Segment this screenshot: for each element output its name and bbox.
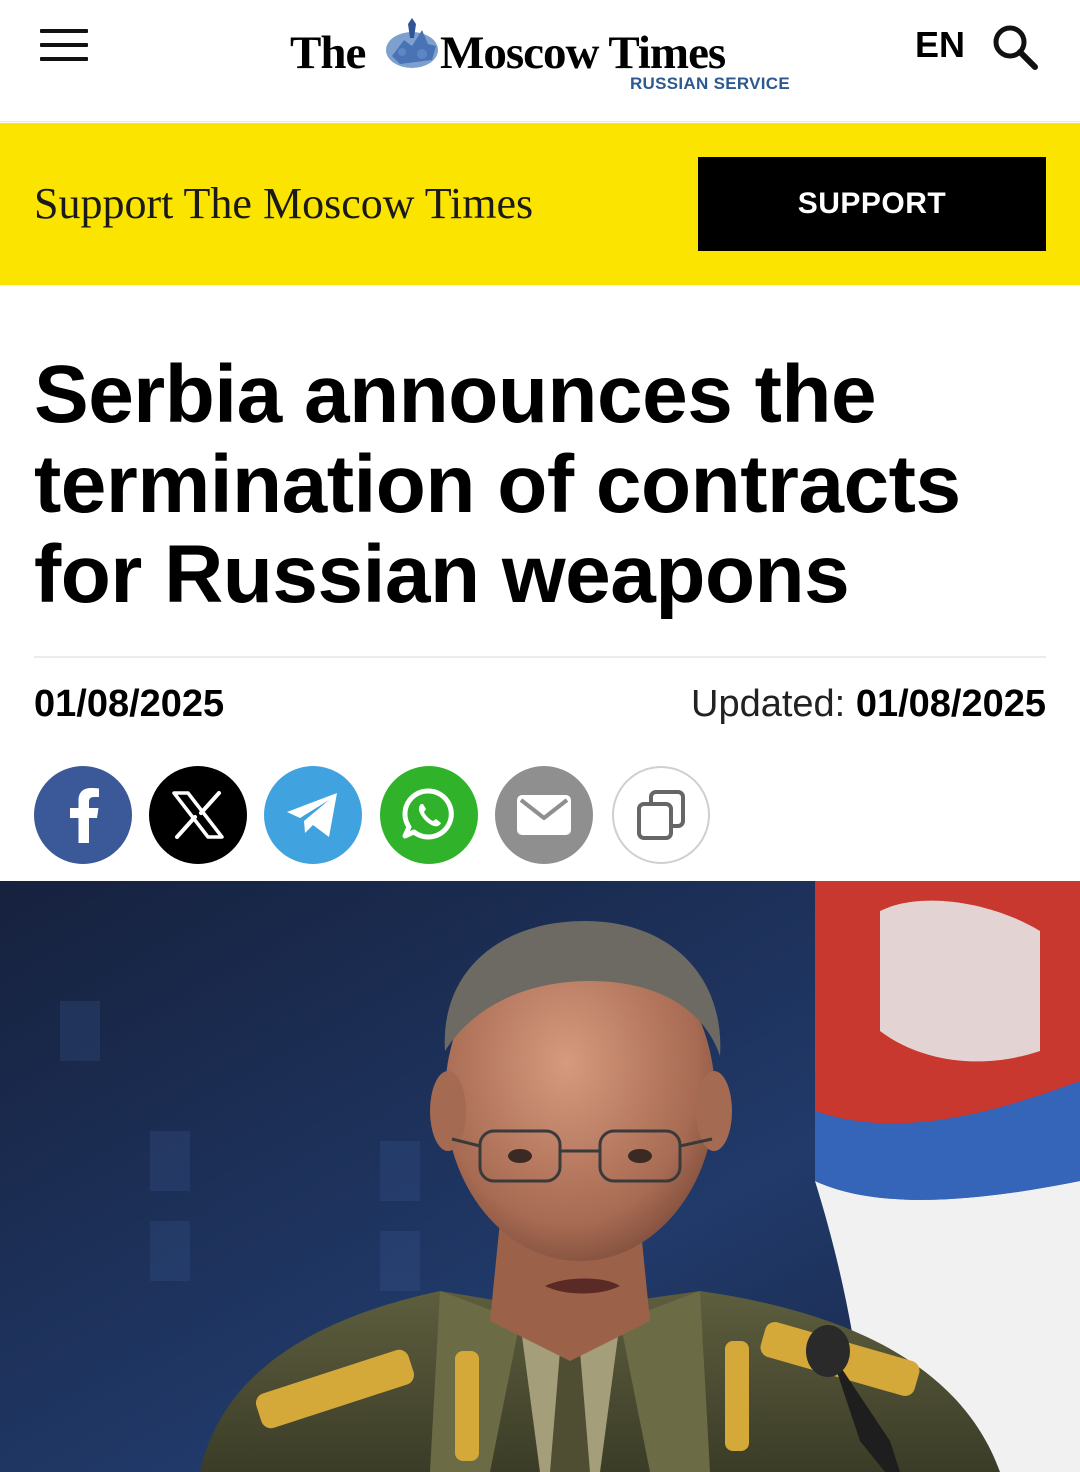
share-email-button[interactable] — [495, 766, 593, 864]
facebook-icon — [70, 788, 99, 843]
publish-date: 01/08/2025 — [34, 683, 225, 725]
search-icon[interactable] — [990, 22, 1040, 72]
support-banner-text: Support The Moscow Times — [34, 179, 534, 228]
updated-date: Updated: 01/08/2025 — [691, 683, 1046, 726]
article-photo-illustration — [0, 881, 1080, 1472]
site-header: The Moscow Times RUSSIAN SERVICE EN — [0, 0, 1080, 122]
article-photo — [0, 881, 1080, 1472]
site-logo[interactable]: The Moscow Times RUSSIAN SERVICE — [290, 14, 790, 104]
mail-icon — [517, 795, 571, 835]
logo-name-text: Moscow Times — [440, 27, 726, 79]
saint-george-emblem-icon — [386, 18, 438, 68]
x-icon — [172, 791, 224, 839]
whatsapp-icon — [402, 788, 454, 840]
support-button[interactable]: SUPPORT — [698, 157, 1046, 251]
telegram-icon — [287, 793, 337, 837]
share-x-button[interactable] — [149, 766, 247, 864]
updated-value: 01/08/2025 — [855, 683, 1046, 725]
language-switch[interactable]: EN — [915, 24, 965, 66]
logo-the-text: The — [290, 27, 366, 79]
support-banner: Support The Moscow Times SUPPORT — [0, 123, 1080, 285]
copy-link-button[interactable] — [612, 766, 710, 864]
divider — [34, 656, 1046, 658]
copy-link-icon — [637, 790, 685, 840]
share-telegram-button[interactable] — [264, 766, 362, 864]
updated-label: Updated: — [691, 683, 846, 725]
logo-subtitle: RUSSIAN SERVICE — [629, 74, 790, 93]
share-whatsapp-button[interactable] — [380, 766, 478, 864]
hamburger-menu-icon[interactable] — [40, 29, 90, 63]
share-facebook-button[interactable] — [34, 766, 132, 864]
article-headline: Serbia announces the termination of cont… — [34, 349, 961, 620]
